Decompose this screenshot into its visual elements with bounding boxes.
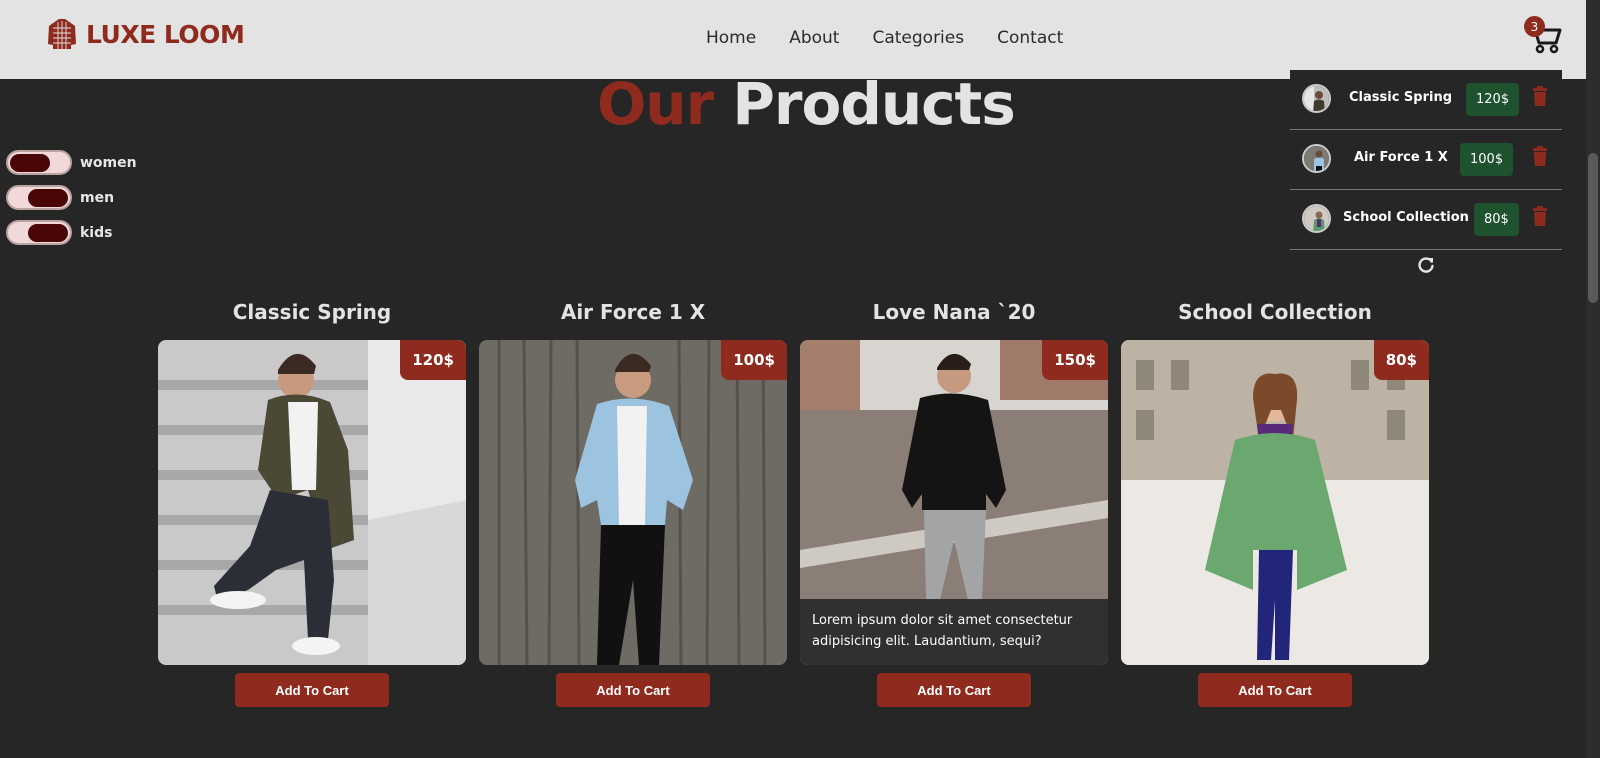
cart-item-name: School Collection (1343, 210, 1469, 225)
cart-item-thumbnail (1302, 144, 1331, 173)
product-title: Air Force 1 X (560, 300, 706, 324)
toggle-switch[interactable] (6, 185, 72, 210)
product-image[interactable]: 150$ Lorem ipsum dolor sit amet consecte… (800, 340, 1108, 665)
nav-about[interactable]: About (789, 28, 839, 48)
product-title: Love Nana `20 (872, 300, 1036, 324)
page-title-accent: Our (597, 70, 714, 138)
product-title: School Collection (1178, 300, 1372, 324)
filter-label: kids (80, 224, 113, 241)
filter-label: women (80, 154, 137, 171)
page-title-main: Products (732, 70, 1015, 138)
nav-home[interactable]: Home (706, 28, 756, 48)
product-card: Love Nana `20 150$ Lorem ipsum dolor sit… (800, 296, 1108, 707)
product-photo (479, 340, 787, 665)
product-photo (158, 340, 466, 665)
nav-contact[interactable]: Contact (997, 28, 1063, 48)
cart-item: Classic Spring 120$ (1290, 70, 1562, 130)
cart-item-thumbnail (1302, 204, 1331, 233)
scrollbar-track[interactable] (1586, 0, 1600, 758)
price-badge: 100$ (721, 340, 787, 380)
cart-item-name: Air Force 1 X (1354, 150, 1448, 165)
cart-item-price: 100$ (1460, 143, 1514, 176)
cart-item-price: 120$ (1466, 83, 1520, 116)
product-image[interactable]: 100$ (479, 340, 787, 665)
cart-item-price: 80$ (1474, 203, 1519, 236)
cart-item-thumbnail (1302, 84, 1331, 113)
main-nav: Home About Categories Contact (706, 28, 1063, 48)
cart-dropdown: Classic Spring 120$ Air Force 1 X 100$ S… (1290, 70, 1562, 280)
add-to-cart-button[interactable]: Add To Cart (877, 673, 1031, 707)
logo[interactable]: LUXE LOOM (47, 18, 245, 50)
add-to-cart-button[interactable]: Add To Cart (1198, 673, 1352, 707)
add-to-cart-button[interactable]: Add To Cart (235, 673, 389, 707)
add-to-cart-button[interactable]: Add To Cart (556, 673, 710, 707)
product-photo (1121, 340, 1429, 665)
cart-item-name: Classic Spring (1349, 90, 1453, 105)
product-card: School Collection 80$ Add To Cart (1121, 296, 1429, 707)
cart-item: Air Force 1 X 100$ (1290, 130, 1562, 190)
product-title: Classic Spring (232, 300, 392, 324)
filter-men[interactable]: men (6, 185, 114, 210)
filter-women[interactable]: women (6, 150, 137, 175)
product-image[interactable]: 120$ (158, 340, 466, 665)
page-title: Our Products (597, 68, 1016, 140)
scrollbar-thumb[interactable] (1588, 153, 1598, 303)
filter-label: men (80, 189, 115, 206)
toggle-switch[interactable] (6, 150, 72, 175)
product-card: Classic Spring 120$ Add To Cart (158, 296, 466, 707)
trash-icon[interactable] (1532, 206, 1548, 226)
product-image[interactable]: 80$ (1121, 340, 1429, 665)
brand-name: LUXE LOOM (86, 19, 245, 49)
filter-kids[interactable]: kids (6, 220, 112, 245)
nav-categories[interactable]: Categories (872, 28, 964, 48)
product-description: Lorem ipsum dolor sit amet consectetur a… (800, 599, 1108, 665)
price-badge: 80$ (1373, 340, 1429, 380)
cart-count-badge: 3 (1524, 16, 1545, 37)
trash-icon[interactable] (1532, 86, 1548, 106)
price-badge: 150$ (1042, 340, 1108, 380)
toggle-switch[interactable] (6, 220, 72, 245)
refresh-icon[interactable] (1417, 256, 1435, 274)
trash-icon[interactable] (1532, 146, 1548, 166)
sweater-icon (48, 19, 76, 49)
cart-item: School Collection 80$ (1290, 190, 1562, 250)
price-badge: 120$ (400, 340, 466, 380)
product-card: Air Force 1 X 100$ Add To Cart (479, 296, 787, 707)
